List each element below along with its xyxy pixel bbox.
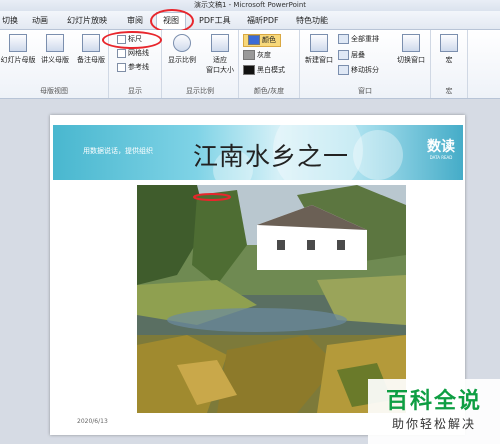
black-white-button[interactable]: 黑白模式	[243, 65, 285, 76]
group-label-window: 窗口	[358, 87, 372, 95]
handout-master-button[interactable]: 讲义母版	[38, 34, 72, 65]
black-white-swatch-icon	[243, 65, 255, 75]
slide-banner: 用数据说话，提供组织 江南水乡之一 数读 DATA READ	[53, 125, 463, 180]
window-title: 演示文稿1 - Microsoft PowerPoint	[193, 1, 307, 9]
cascade-button[interactable]: 层叠	[338, 50, 365, 61]
tab-special[interactable]: 特色功能	[296, 13, 328, 29]
gridlines-checkbox-box[interactable]	[117, 48, 126, 58]
macros-button[interactable]: 宏	[435, 34, 463, 65]
grayscale-swatch-icon	[243, 50, 255, 60]
move-split-button[interactable]: 移动拆分	[338, 65, 379, 76]
watermark-subtitle: 助你轻松解决	[391, 417, 476, 431]
group-label-master-views: 母版视图	[40, 87, 68, 95]
tab-slideshow[interactable]: 幻灯片放映	[67, 13, 107, 29]
slide-date: 2020/6/13	[77, 418, 108, 425]
group-window: 新建窗口 全部重排 层叠 移动拆分 切换窗口 窗口	[300, 30, 431, 98]
arrange-all-icon	[338, 34, 349, 44]
banner-logo: 数读 DATA READ	[427, 139, 455, 160]
guides-checkbox-box[interactable]	[117, 62, 126, 72]
handout-master-icon	[46, 34, 64, 52]
macros-icon	[440, 34, 458, 52]
slide-photo[interactable]	[137, 185, 406, 413]
tab-transitions[interactable]: 切换	[2, 13, 18, 29]
tab-pdf-tools[interactable]: PDF工具	[199, 13, 231, 29]
group-master-views: 幻灯片母版 讲义母版 备注母版 母版视图	[0, 30, 109, 98]
fit-to-window-button[interactable]: 适应 窗口大小	[202, 34, 238, 75]
tab-review[interactable]: 审阅	[127, 13, 143, 29]
banner-text: 用数据说话，提供组织	[83, 147, 153, 155]
notes-master-icon	[82, 34, 100, 52]
slide-master-icon	[9, 34, 27, 52]
ribbon: 幻灯片母版 讲义母版 备注母版 母版视图 标尺 网格线 参考线 显示 显示比例 …	[0, 30, 500, 99]
new-window-button[interactable]: 新建窗口	[302, 34, 336, 65]
grayscale-button[interactable]: 灰度	[243, 50, 271, 61]
new-window-icon	[310, 34, 328, 52]
group-label-color: 颜色/灰度	[253, 87, 285, 95]
watermark-title: 百科全说	[385, 389, 482, 414]
switch-window-icon	[402, 34, 420, 52]
group-macros: 宏 宏	[431, 30, 468, 98]
group-zoom: 显示比例 适应 窗口大小 显示比例	[162, 30, 239, 98]
guides-checkbox[interactable]: 参考线	[117, 62, 149, 73]
banner-bubble	[353, 130, 403, 180]
slide-master-button[interactable]: 幻灯片母版	[0, 34, 36, 65]
title-bar: 演示文稿1 - Microsoft PowerPoint	[0, 0, 500, 11]
group-label-macros: 宏	[445, 87, 453, 95]
group-label-zoom: 显示比例	[186, 87, 214, 95]
watermark-badge: 百科全说 助你轻松解决	[368, 379, 500, 444]
slide-title[interactable]: 江南水乡之一	[193, 137, 349, 173]
gridlines-checkbox[interactable]: 网格线	[117, 48, 149, 59]
group-label-show: 显示	[128, 87, 142, 95]
arrange-all-button[interactable]: 全部重排	[338, 34, 379, 45]
red-highlight-oval-ruler	[102, 31, 162, 49]
ribbon-tabs: 切换 动画 幻灯片放映 审阅 视图 PDF工具 福昕PDF 特色功能	[0, 9, 500, 33]
fit-window-icon	[211, 34, 229, 52]
move-split-icon	[338, 65, 349, 75]
group-show: 标尺 网格线 参考线 显示	[102, 30, 162, 98]
color-button[interactable]: 颜色	[243, 34, 281, 47]
zoom-button[interactable]: 显示比例	[164, 34, 200, 65]
color-swatch-icon	[248, 35, 260, 45]
landscape-photo-image	[137, 185, 406, 413]
magnifier-icon	[173, 34, 191, 52]
switch-window-button[interactable]: 切换窗口	[392, 34, 430, 65]
group-color: 颜色 灰度 黑白模式 颜色/灰度	[239, 30, 300, 98]
cascade-icon	[338, 50, 349, 60]
tab-animations[interactable]: 动画	[32, 13, 48, 29]
tab-foxit-pdf[interactable]: 福昕PDF	[247, 13, 279, 29]
